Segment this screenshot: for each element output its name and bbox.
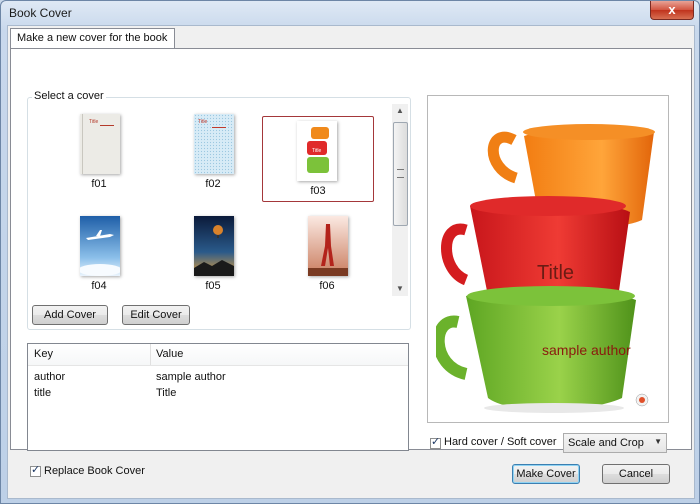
cover-name-f05: f05	[205, 280, 221, 292]
f02-thumb-title: Title	[198, 119, 207, 125]
properties-table: Key Value author sample author title Tit…	[27, 343, 409, 451]
cover-gallery: Title f01 Title f02 Title f03 f04 f05 f0…	[28, 102, 390, 298]
column-divider[interactable]	[150, 344, 151, 365]
cover-thumbnail-f04	[80, 216, 120, 276]
f03-thumb-title: Title	[312, 148, 321, 154]
preview-cover-title: Title	[537, 262, 575, 284]
cover-thumbnail-f06	[308, 216, 348, 276]
cover-name-f02: f02	[205, 178, 221, 190]
properties-header: Key Value	[28, 344, 408, 366]
cups-illustration	[436, 124, 655, 413]
close-icon: x	[668, 2, 676, 17]
cover-preview-image: Title sample author	[436, 102, 658, 414]
cover-name-f03: f03	[310, 185, 326, 197]
cover-item-f01[interactable]: Title f01	[44, 110, 154, 194]
cancel-button[interactable]: Cancel	[602, 464, 670, 484]
scrollbar-thumb[interactable]	[393, 122, 408, 226]
cover-name-f06: f06	[319, 280, 335, 292]
add-cover-button[interactable]: Add Cover	[32, 305, 108, 325]
table-row[interactable]: title Title	[28, 386, 408, 402]
cover-name-f04: f04	[91, 280, 107, 292]
f01-thumb-title: Title	[89, 119, 98, 125]
table-row[interactable]: author sample author	[28, 370, 408, 386]
select-cover-group: Select a cover Title f01 Title f02 Title…	[27, 90, 411, 330]
hard-cover-label: Hard cover / Soft cover	[444, 436, 557, 448]
title-bar[interactable]: Book Cover x	[1, 1, 699, 25]
cover-thumbnail-f02: Title	[194, 114, 234, 174]
chevron-down-icon: ▼	[654, 437, 662, 446]
scale-mode-value: Scale and Crop	[568, 437, 644, 449]
close-button[interactable]: x	[650, 1, 694, 20]
cover-thumbnail-f05	[194, 216, 234, 276]
scroll-up-arrow-icon[interactable]: ▲	[392, 104, 408, 118]
window-title: Book Cover	[9, 6, 72, 20]
cover-gallery-scrollbar[interactable]: ▲ ▼	[392, 104, 408, 296]
scale-mode-dropdown[interactable]: Scale and Crop ▼	[563, 433, 667, 453]
book-cover-window: Book Cover x Make a new cover for the bo…	[0, 0, 700, 504]
select-cover-label: Select a cover	[32, 90, 106, 102]
scrollbar-grip-icon	[397, 169, 404, 178]
row-key: author	[34, 371, 66, 383]
cover-name-f01: f01	[91, 178, 107, 190]
replace-book-cover-label: Replace Book Cover	[44, 465, 145, 477]
dialog-client: Make a new cover for the book Select a c…	[7, 25, 695, 499]
row-value: Title	[156, 387, 177, 399]
value-column-header[interactable]: Value	[156, 348, 183, 360]
tab-make-new-cover[interactable]: Make a new cover for the book	[10, 28, 176, 48]
replace-book-cover-checkbox[interactable]	[30, 463, 41, 477]
cover-item-f05[interactable]: f05	[158, 212, 268, 296]
row-value: sample author	[156, 371, 226, 383]
cover-item-f02[interactable]: Title f02	[158, 110, 268, 194]
cover-item-f06[interactable]: f06	[272, 212, 382, 296]
cover-preview: Title sample author	[427, 95, 669, 423]
preview-cover-author: sample author	[542, 342, 631, 358]
scroll-down-arrow-icon[interactable]: ▼	[392, 282, 408, 296]
cover-item-f03[interactable]: Title f03	[262, 116, 374, 202]
make-cover-button[interactable]: Make Cover	[512, 464, 580, 484]
row-key: title	[34, 387, 52, 399]
cover-item-f04[interactable]: f04	[44, 212, 154, 296]
key-column-header[interactable]: Key	[34, 348, 53, 360]
tab-panel: Select a cover Title f01 Title f02 Title…	[10, 48, 692, 453]
cover-thumbnail-f01: Title	[80, 114, 120, 174]
edit-cover-button[interactable]: Edit Cover	[122, 305, 190, 325]
hard-cover-checkbox[interactable]	[430, 435, 441, 449]
cover-thumbnail-f03: Title	[297, 121, 337, 181]
